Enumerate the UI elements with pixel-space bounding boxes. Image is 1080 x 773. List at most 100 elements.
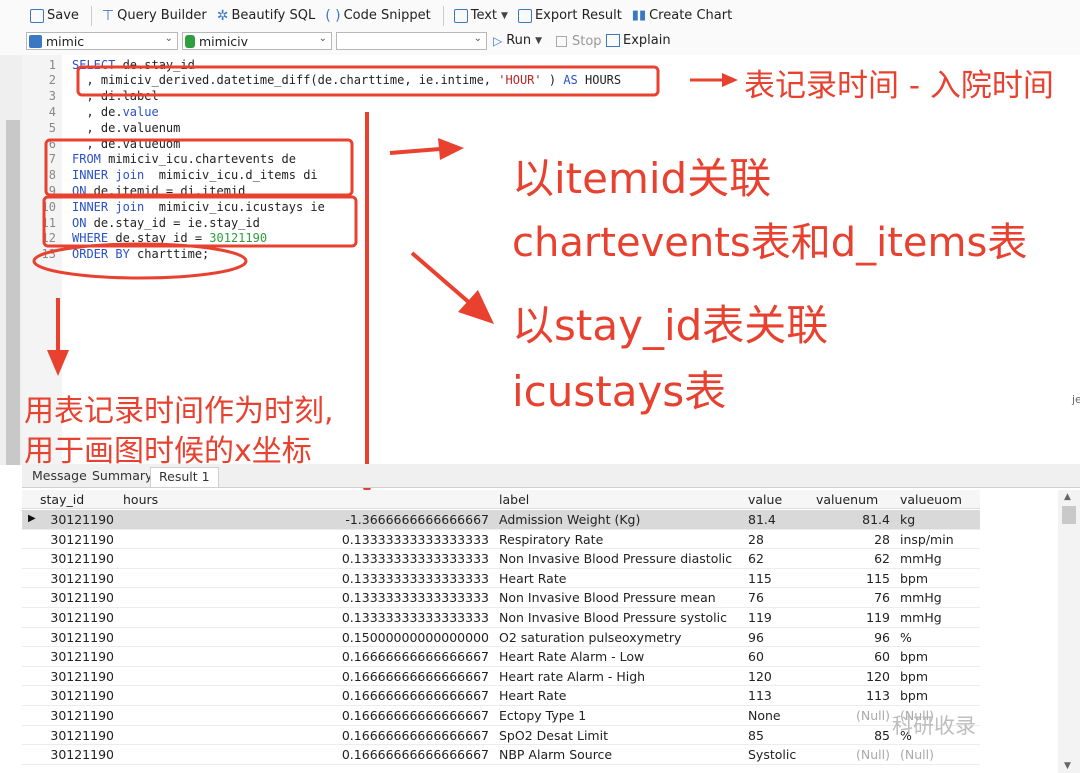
table-cell[interactable]: 0.13333333333333333 bbox=[123, 590, 489, 605]
table-row[interactable]: 30121190 0.13333333333333333 Non Invasive … bbox=[22, 588, 980, 608]
table-cell[interactable]: 96 bbox=[748, 630, 764, 645]
table-cell[interactable]: 76 bbox=[748, 590, 764, 605]
table-cell[interactable]: Non Invasive Blood Pressure mean bbox=[499, 590, 716, 605]
table-cell[interactable]: Ectopy Type 1 bbox=[499, 708, 586, 723]
table-cell[interactable]: 30121190 bbox=[40, 708, 114, 723]
table-cell[interactable]: 62 bbox=[748, 551, 764, 566]
table-row[interactable]: 30121190 0.16666666666666667 Heart Rate Al… bbox=[22, 647, 980, 667]
table-cell[interactable]: 30121190 bbox=[40, 747, 114, 762]
table-cell[interactable]: Heart Rate bbox=[499, 688, 566, 703]
table-cell[interactable]: bpm bbox=[900, 669, 928, 684]
table-cell[interactable]: 113 bbox=[748, 688, 772, 703]
table-cell[interactable]: 30121190 bbox=[40, 669, 114, 684]
table-cell[interactable]: Non Invasive Blood Pressure diastolic bbox=[499, 551, 732, 566]
table-cell[interactable]: insp/min bbox=[900, 532, 954, 547]
table-cell[interactable]: 81.4 bbox=[748, 512, 776, 527]
grid-scrollbar[interactable]: ▲ ▼ bbox=[1058, 490, 1080, 773]
table-cell[interactable]: 0.13333333333333333 bbox=[123, 551, 489, 566]
table-cell[interactable]: 30121190 bbox=[40, 551, 114, 566]
table-cell[interactable]: 28 bbox=[816, 532, 890, 547]
table-row[interactable]: 30121190 0.13333333333333333 Heart Rate 115… bbox=[22, 569, 980, 589]
table-cell[interactable]: 30121190 bbox=[40, 630, 114, 645]
table-cell[interactable]: 30121190 bbox=[40, 571, 114, 586]
table-cell[interactable]: mmHg bbox=[900, 551, 942, 566]
column-header-label[interactable]: label bbox=[499, 492, 529, 507]
table-cell[interactable]: Heart Rate Alarm - Low bbox=[499, 649, 644, 664]
table-row[interactable]: 30121190 0.13333333333333333 Respiratory R… bbox=[22, 530, 980, 550]
table-cell[interactable]: O2 saturation pulseoxymetry bbox=[499, 630, 681, 645]
table-cell[interactable]: 0.16666666666666667 bbox=[123, 649, 489, 664]
tab-summary[interactable]: Summary bbox=[84, 467, 160, 487]
table-cell[interactable]: 81.4 bbox=[816, 512, 890, 527]
table-cell[interactable]: 30121190 bbox=[40, 590, 114, 605]
table-row[interactable]: 30121190 0.16666666666666667 Heart rate Al… bbox=[22, 667, 980, 687]
table-row[interactable]: ▶ 30121190 -1.3666666666666667 Admission We… bbox=[22, 510, 980, 530]
table-cell[interactable]: -1.3666666666666667 bbox=[123, 512, 489, 527]
table-cell[interactable]: 0.16666666666666667 bbox=[123, 669, 489, 684]
table-cell[interactable]: bpm bbox=[900, 688, 928, 703]
column-header-stay-id[interactable]: stay_id bbox=[40, 492, 84, 507]
table-cell[interactable]: bpm bbox=[900, 649, 928, 664]
table-cell[interactable]: 0.13333333333333333 bbox=[123, 532, 489, 547]
table-row[interactable]: 30121190 0.16666666666666667 NBP Alarm Sou… bbox=[22, 745, 980, 765]
table-cell[interactable]: Systolic bbox=[748, 747, 796, 762]
table-cell[interactable]: mmHg bbox=[900, 590, 942, 605]
column-header-value[interactable]: value bbox=[748, 492, 782, 507]
table-cell[interactable]: 85 bbox=[748, 728, 764, 743]
table-cell[interactable]: mmHg bbox=[900, 610, 942, 625]
table-cell[interactable]: 120 bbox=[748, 669, 772, 684]
table-cell[interactable]: (Null) bbox=[900, 747, 934, 762]
scroll-up-icon[interactable]: ▲ bbox=[1064, 492, 1071, 502]
tab-result-1[interactable]: Result 1 bbox=[150, 467, 219, 487]
table-row[interactable]: 30121190 0.15000000000000000 O2 saturation… bbox=[22, 628, 980, 648]
table-cell[interactable]: 76 bbox=[816, 590, 890, 605]
table-row[interactable]: 30121190 0.16666666666666667 SpO2 Desat Li… bbox=[22, 726, 980, 746]
table-cell[interactable]: 119 bbox=[816, 610, 890, 625]
table-cell[interactable]: 28 bbox=[748, 532, 764, 547]
table-cell[interactable]: 0.13333333333333333 bbox=[123, 571, 489, 586]
table-cell[interactable]: NBP Alarm Source bbox=[499, 747, 612, 762]
table-cell[interactable]: 62 bbox=[816, 551, 890, 566]
table-cell[interactable]: kg bbox=[900, 512, 915, 527]
table-row[interactable]: 30121190 0.16666666666666667 Ectopy Type 1… bbox=[22, 706, 980, 726]
table-cell[interactable]: 113 bbox=[816, 688, 890, 703]
table-cell[interactable]: 115 bbox=[748, 571, 772, 586]
table-cell[interactable]: 60 bbox=[816, 649, 890, 664]
table-row[interactable]: 30121190 0.13333333333333333 Non Invasive … bbox=[22, 549, 980, 569]
table-cell[interactable]: 30121190 bbox=[40, 532, 114, 547]
table-cell[interactable]: 0.15000000000000000 bbox=[123, 630, 489, 645]
table-cell[interactable]: % bbox=[900, 630, 912, 645]
table-cell[interactable]: None bbox=[748, 708, 781, 723]
table-cell[interactable]: (Null) bbox=[816, 708, 890, 723]
table-cell[interactable]: Admission Weight (Kg) bbox=[499, 512, 640, 527]
table-cell[interactable]: 0.16666666666666667 bbox=[123, 747, 489, 762]
table-cell[interactable]: (Null) bbox=[816, 747, 890, 762]
table-row[interactable]: 30121190 0.16666666666666667 Heart Rate 113… bbox=[22, 686, 980, 706]
column-header-valuenum[interactable]: valuenum bbox=[816, 492, 878, 507]
table-cell[interactable]: 96 bbox=[816, 630, 890, 645]
table-cell[interactable]: 0.16666666666666667 bbox=[123, 708, 489, 723]
table-cell[interactable]: 30121190 bbox=[40, 649, 114, 664]
table-cell[interactable]: 30121190 bbox=[40, 688, 114, 703]
table-cell[interactable]: Non Invasive Blood Pressure systolic bbox=[499, 610, 727, 625]
table-cell[interactable]: 30121190 bbox=[40, 610, 114, 625]
table-cell[interactable]: 0.13333333333333333 bbox=[123, 610, 489, 625]
table-row[interactable]: 30121190 0.13333333333333333 Non Invasive … bbox=[22, 608, 980, 628]
table-cell[interactable]: 0.16666666666666667 bbox=[123, 728, 489, 743]
table-cell[interactable]: SpO2 Desat Limit bbox=[499, 728, 608, 743]
table-cell[interactable]: 119 bbox=[748, 610, 772, 625]
table-cell[interactable]: Heart rate Alarm - High bbox=[499, 669, 645, 684]
table-cell[interactable]: Heart Rate bbox=[499, 571, 566, 586]
table-cell[interactable]: 30121190 bbox=[40, 728, 114, 743]
table-cell[interactable]: 0.16666666666666667 bbox=[123, 688, 489, 703]
table-cell[interactable]: 60 bbox=[748, 649, 764, 664]
scroll-down-icon[interactable]: ▼ bbox=[1064, 761, 1071, 771]
table-cell[interactable]: 85 bbox=[816, 728, 890, 743]
table-cell[interactable]: bpm bbox=[900, 571, 928, 586]
table-cell[interactable]: 30121190 bbox=[40, 512, 114, 527]
scroll-thumb[interactable] bbox=[1062, 506, 1076, 524]
table-cell[interactable]: 120 bbox=[816, 669, 890, 684]
table-cell[interactable]: 115 bbox=[816, 571, 890, 586]
column-header-hours[interactable]: hours bbox=[123, 492, 158, 507]
column-header-valueuom[interactable]: valueuom bbox=[900, 492, 962, 507]
